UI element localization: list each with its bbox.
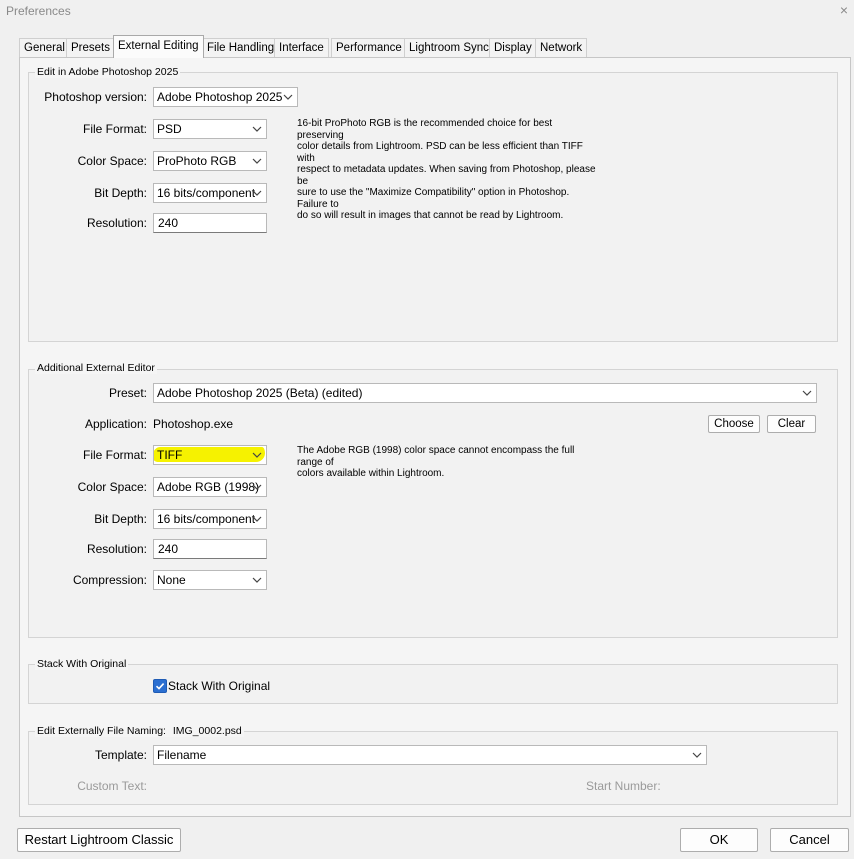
application-label: Application: bbox=[84, 417, 147, 431]
template-value: Filename bbox=[157, 748, 207, 762]
additional-file-format-value: TIFF bbox=[157, 448, 183, 462]
color-space-value: ProPhoto RGB bbox=[157, 154, 237, 168]
edit-in-photoshop-legend: Edit in Adobe Photoshop 2025 bbox=[35, 66, 181, 78]
bit-depth-label: Bit Depth: bbox=[94, 512, 147, 526]
chevron-down-icon bbox=[252, 452, 262, 458]
chevron-down-icon bbox=[252, 577, 262, 583]
color-space-label: Color Space: bbox=[77, 154, 147, 168]
restart-lightroom-button[interactable]: Restart Lightroom Classic bbox=[17, 828, 181, 852]
preset-value: Adobe Photoshop 2025 (Beta) (edited) bbox=[157, 386, 363, 400]
preset-select[interactable]: Adobe Photoshop 2025 (Beta) (edited) bbox=[153, 383, 817, 403]
file-format-label: File Format: bbox=[82, 448, 147, 462]
clear-button[interactable]: Clear bbox=[767, 415, 816, 433]
bit-depth-select[interactable]: 16 bits/component bbox=[153, 183, 267, 203]
additional-color-space-select[interactable]: Adobe RGB (1998) bbox=[153, 477, 267, 497]
template-select[interactable]: Filename bbox=[153, 745, 707, 765]
chevron-down-icon bbox=[252, 190, 262, 196]
chevron-down-icon bbox=[252, 484, 262, 490]
file-format-select[interactable]: PSD bbox=[153, 119, 267, 139]
note-line: sure to use the "Maximize Compatibility"… bbox=[297, 187, 570, 210]
ok-button[interactable]: OK bbox=[680, 828, 758, 852]
additional-editor-note: The Adobe RGB (1998) color space cannot … bbox=[297, 445, 597, 480]
photoshop-version-value: Adobe Photoshop 2025 bbox=[157, 90, 283, 104]
note-line: do so will result in images that cannot … bbox=[297, 210, 564, 221]
tab-performance[interactable]: Performance bbox=[331, 38, 407, 57]
file-naming-example: IMG_0002.psd bbox=[172, 725, 242, 737]
color-space-select[interactable]: ProPhoto RGB bbox=[153, 151, 267, 171]
photoshop-version-label: Photoshop version: bbox=[44, 90, 147, 104]
additional-bit-depth-select[interactable]: 16 bits/component bbox=[153, 509, 267, 529]
stack-checkbox-label[interactable]: Stack With Original bbox=[168, 679, 270, 693]
template-label: Template: bbox=[94, 748, 147, 762]
bit-depth-value: 16 bits/component bbox=[157, 186, 256, 200]
file-naming-legend: Edit Externally File Naming: IMG_0002.ps… bbox=[35, 725, 244, 737]
compression-label: Compression: bbox=[72, 573, 147, 587]
additional-file-format-select[interactable]: TIFF bbox=[153, 445, 267, 465]
note-line: respect to metadata updates. When saving… bbox=[297, 164, 596, 187]
start-number-label: Start Number: bbox=[586, 779, 661, 793]
tab-presets[interactable]: Presets bbox=[66, 38, 115, 57]
file-naming-legend-text: Edit Externally File Naming: bbox=[37, 725, 166, 737]
photoshop-settings-note: 16-bit ProPhoto RGB is the recommended c… bbox=[297, 118, 597, 222]
tab-lightroom-sync[interactable]: Lightroom Sync bbox=[404, 38, 494, 57]
additional-color-space-value: Adobe RGB (1998) bbox=[157, 480, 260, 494]
file-naming-group bbox=[28, 731, 838, 805]
stack-legend: Stack With Original bbox=[35, 658, 129, 670]
resolution-label: Resolution: bbox=[86, 542, 147, 556]
note-line: color details from Lightroom. PSD can be… bbox=[297, 141, 583, 164]
additional-resolution-input[interactable]: 240 bbox=[153, 539, 267, 559]
tab-display[interactable]: Display bbox=[489, 38, 537, 57]
tab-general[interactable]: General bbox=[19, 38, 70, 57]
custom-text-label: Custom Text: bbox=[77, 779, 147, 793]
note-line: colors available within Lightroom. bbox=[297, 468, 445, 479]
additional-editor-group bbox=[28, 369, 838, 638]
cancel-button[interactable]: Cancel bbox=[770, 828, 849, 852]
chevron-down-icon bbox=[692, 752, 702, 758]
chevron-down-icon bbox=[802, 390, 812, 396]
photoshop-version-select[interactable]: Adobe Photoshop 2025 bbox=[153, 87, 298, 107]
color-space-label: Color Space: bbox=[77, 480, 147, 494]
chevron-down-icon bbox=[283, 94, 293, 100]
tab-network[interactable]: Network bbox=[535, 38, 588, 57]
additional-bit-depth-value: 16 bits/component bbox=[157, 512, 256, 526]
tab-file-handling[interactable]: File Handling bbox=[202, 38, 280, 57]
resolution-input[interactable]: 240 bbox=[153, 213, 267, 233]
file-format-value: PSD bbox=[157, 122, 182, 136]
choose-button[interactable]: Choose bbox=[708, 415, 760, 433]
window-title: Preferences bbox=[6, 4, 71, 18]
note-line: The Adobe RGB (1998) color space cannot … bbox=[297, 445, 575, 468]
resolution-label: Resolution: bbox=[86, 216, 147, 230]
tab-external-editing[interactable]: External Editing bbox=[113, 35, 204, 58]
note-line: 16-bit ProPhoto RGB is the recommended c… bbox=[297, 118, 553, 141]
compression-value: None bbox=[157, 573, 186, 587]
stack-checkbox[interactable] bbox=[153, 679, 167, 693]
checkmark-icon bbox=[155, 683, 165, 690]
file-format-label: File Format: bbox=[82, 122, 147, 136]
compression-select[interactable]: None bbox=[153, 570, 267, 590]
preset-label: Preset: bbox=[108, 386, 147, 400]
tab-interface[interactable]: Interface bbox=[274, 38, 329, 57]
chevron-down-icon bbox=[252, 158, 262, 164]
chevron-down-icon bbox=[252, 126, 262, 132]
close-icon[interactable]: × bbox=[840, 2, 848, 18]
additional-editor-legend: Additional External Editor bbox=[35, 362, 157, 374]
bit-depth-label: Bit Depth: bbox=[94, 186, 147, 200]
stack-group bbox=[28, 664, 838, 704]
application-value: Photoshop.exe bbox=[153, 417, 234, 431]
chevron-down-icon bbox=[252, 516, 262, 522]
